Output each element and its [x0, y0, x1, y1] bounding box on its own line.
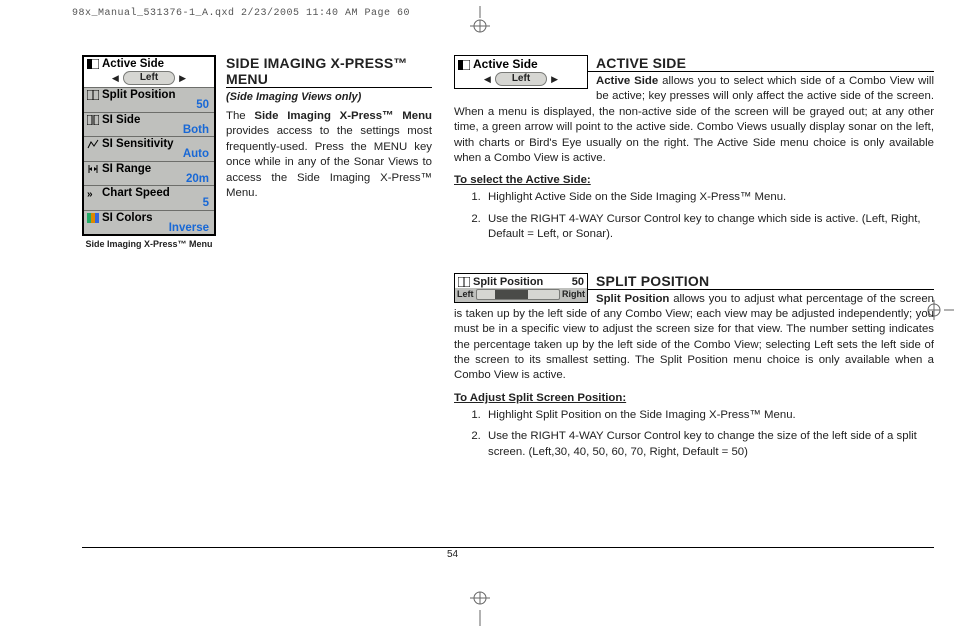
menu-item-icon: [87, 164, 99, 174]
active-side-section: Active Side ◀ Left ▶ ACTIVE SIDE Active …: [454, 55, 934, 255]
menu-row-si-side: SI SideBoth: [84, 113, 214, 138]
mini-active-label: Active Side: [473, 57, 538, 71]
active-side-miniui: Active Side ◀ Left ▶: [454, 55, 588, 89]
side-imaging-heading: SIDE IMAGING X-PRESS™ MENU: [226, 55, 432, 88]
svg-text:»: »: [87, 189, 93, 198]
print-slug: 98x_Manual_531376-1_A.qxd 2/23/2005 11:4…: [72, 8, 410, 19]
left-column: Active Side◀Left▶Split Position50SI Side…: [82, 55, 432, 566]
side-imaging-menu: Active Side◀Left▶Split Position50SI Side…: [82, 55, 216, 236]
step-item: Highlight Active Side on the Side Imagin…: [484, 190, 934, 205]
split-position-steps-head: To Adjust Split Screen Position:: [454, 392, 934, 404]
right-arrow-icon: ▶: [551, 74, 558, 85]
menu-item-icon: [87, 90, 99, 100]
menu-item-label: SI Colors: [102, 212, 152, 224]
menu-item-label: Split Position: [102, 89, 175, 101]
split-position-icon: [458, 277, 470, 287]
menu-item-value: Auto: [87, 149, 211, 161]
split-position-steps: Highlight Split Position on the Side Ima…: [454, 408, 934, 460]
menu-item-icon: [87, 213, 99, 223]
split-slider-fill: [495, 290, 528, 299]
menu-item-value: 20m: [87, 174, 211, 186]
menu-row-split-position: Split Position50: [84, 88, 214, 113]
side-imaging-subnote: (Side Imaging Views only): [226, 91, 432, 103]
menu-row-si-sensitivity: SI SensitivityAuto: [84, 137, 214, 162]
manual-page: 98x_Manual_531376-1_A.qxd 2/23/2005 11:4…: [0, 0, 954, 626]
left-arrow-icon: ◀: [112, 73, 119, 84]
menu-item-value: 50: [87, 100, 211, 112]
mini-active-value: Left: [495, 72, 547, 86]
right-arrow-icon: ▶: [179, 73, 186, 84]
menu-row-si-range: SI Range20m: [84, 162, 214, 187]
crop-mark-top: [470, 6, 490, 36]
menu-row-chart-speed: » Chart Speed5: [84, 186, 214, 211]
step-item: Use the RIGHT 4-WAY Cursor Control key t…: [484, 429, 934, 460]
menu-item-icon: [87, 59, 99, 69]
menu-figure: Active Side◀Left▶Split Position50SI Side…: [82, 55, 216, 566]
right-column: Active Side ◀ Left ▶ ACTIVE SIDE Active …: [454, 55, 934, 566]
menu-item-label: SI Sensitivity: [102, 138, 174, 150]
menu-item-value: Inverse: [87, 223, 211, 235]
split-position-section: Split Position 50 Left Right SPLIT POSIT…: [454, 273, 934, 473]
crop-mark-bottom: [470, 586, 490, 626]
menu-item-label: Active Side: [102, 58, 164, 70]
menu-item-icon: [87, 115, 99, 125]
menu-item-label: Chart Speed: [102, 187, 170, 199]
split-slider-track: [476, 289, 561, 300]
content-area: Active Side◀Left▶Split Position50SI Side…: [82, 55, 934, 566]
footer-rule: [82, 547, 934, 548]
menu-row-active-side: Active Side ◀ Left ▶: [84, 57, 214, 88]
split-position-miniui: Split Position 50 Left Right: [454, 273, 588, 303]
left-text: SIDE IMAGING X-PRESS™ MENU (Side Imaging…: [226, 55, 432, 566]
menu-item-label: SI Range: [102, 163, 151, 175]
active-side-steps: Highlight Active Side on the Side Imagin…: [454, 190, 934, 242]
split-position-para: Split Position allows you to adjust what…: [454, 292, 934, 384]
menu-item-label: SI Side: [102, 114, 140, 126]
side-imaging-para: The Side Imaging X-Press™ Menu provides …: [226, 109, 432, 201]
menu-item-value: Both: [87, 125, 211, 137]
left-arrow-icon: ◀: [484, 74, 491, 85]
split-bar-right: Right: [562, 289, 585, 299]
menu-item-value: Left: [123, 71, 175, 85]
menu-caption: Side Imaging X-Press™ Menu: [82, 239, 216, 249]
active-side-steps-head: To select the Active Side:: [454, 174, 934, 186]
mini-split-value: 50: [572, 276, 584, 288]
menu-item-icon: [87, 139, 99, 149]
split-bar-left: Left: [457, 289, 474, 299]
mini-split-label: Split Position: [473, 276, 543, 288]
active-side-icon: [458, 59, 470, 69]
menu-item-value: 5: [87, 198, 211, 210]
menu-row-si-colors: SI ColorsInverse: [84, 211, 214, 235]
step-item: Use the RIGHT 4-WAY Cursor Control key t…: [484, 212, 934, 243]
menu-item-icon: »: [87, 188, 99, 198]
page-number: 54: [447, 549, 458, 560]
step-item: Highlight Split Position on the Side Ima…: [484, 408, 934, 423]
